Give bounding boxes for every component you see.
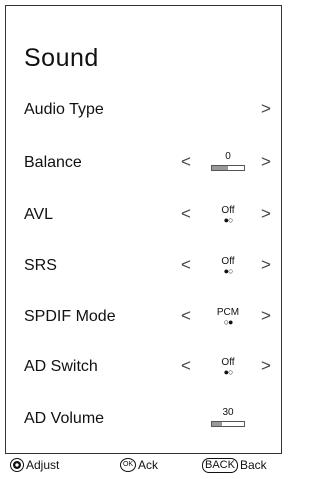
menu-item-srs[interactable]: SRS < Off ●○ > xyxy=(12,254,277,280)
balance-slider-block[interactable]: 0 xyxy=(201,151,255,177)
spdif-value-block: PCM ○● xyxy=(201,305,255,331)
hint-ack: OK Ack xyxy=(120,456,158,474)
avl-label: AVL xyxy=(24,206,54,223)
ad-volume-slider[interactable] xyxy=(211,421,245,427)
menu-item-audio-type[interactable]: Audio Type > xyxy=(12,98,277,124)
srs-label: SRS xyxy=(24,257,57,274)
back-button-icon: BACK xyxy=(202,457,238,473)
hint-adjust: Adjust xyxy=(10,456,59,474)
option-dots-icon: ●○ xyxy=(223,215,234,225)
balance-slider-fill xyxy=(212,166,228,170)
ad-volume-slider-fill xyxy=(212,422,222,426)
menu-item-ad-switch[interactable]: AD Switch < Off ●○ > xyxy=(12,355,277,381)
balance-label: Balance xyxy=(24,154,82,171)
menu-item-balance[interactable]: Balance < 0 > xyxy=(12,151,277,177)
balance-slider[interactable] xyxy=(211,165,245,171)
option-dots-icon: ○● xyxy=(223,317,234,327)
dpad-icon xyxy=(10,458,24,472)
adjust-label: Adjust xyxy=(26,458,60,472)
right-arrow-icon[interactable]: > xyxy=(261,356,271,376)
menu-item-spdif-mode[interactable]: SPDIF Mode < PCM ○● > xyxy=(12,305,277,331)
ad-volume-value: 30 xyxy=(222,407,234,418)
left-arrow-icon[interactable]: < xyxy=(181,152,191,172)
left-arrow-icon[interactable]: < xyxy=(181,204,191,224)
hint-back: BACK Back xyxy=(202,456,267,474)
srs-value-block: Off ●○ xyxy=(201,254,255,280)
option-dots-icon: ●○ xyxy=(223,266,234,276)
avl-value-block: Off ●○ xyxy=(201,203,255,229)
menu-item-ad-volume[interactable]: AD Volume 30 xyxy=(12,407,277,433)
right-arrow-icon[interactable]: > xyxy=(261,204,271,224)
audio-type-label: Audio Type xyxy=(24,101,104,118)
ad-switch-value-block: Off ●○ xyxy=(201,355,255,381)
menu-title: Sound xyxy=(24,44,99,72)
ack-label: Ack xyxy=(138,458,159,472)
spdif-mode-label: SPDIF Mode xyxy=(24,308,116,325)
left-arrow-icon[interactable]: < xyxy=(181,306,191,326)
right-arrow-icon[interactable]: > xyxy=(261,306,271,326)
left-arrow-icon[interactable]: < xyxy=(181,356,191,376)
ad-volume-label: AD Volume xyxy=(24,410,105,427)
option-dots-icon: ●○ xyxy=(223,367,234,377)
right-arrow-icon[interactable]: > xyxy=(261,152,271,172)
sound-menu-panel: Sound Audio Type > Balance < 0 > AVL < O… xyxy=(5,5,282,454)
footer-hints: Adjust OK Ack BACK Back xyxy=(0,456,287,476)
ad-volume-slider-block[interactable]: 30 xyxy=(201,407,255,433)
back-label: Back xyxy=(239,458,267,472)
right-arrow-icon[interactable]: > xyxy=(261,255,271,275)
ad-switch-label: AD Switch xyxy=(24,358,98,375)
balance-value: 0 xyxy=(225,151,231,162)
right-arrow-icon[interactable]: > xyxy=(261,99,271,119)
left-arrow-icon[interactable]: < xyxy=(181,255,191,275)
menu-item-avl[interactable]: AVL < Off ●○ > xyxy=(12,203,277,229)
ok-button-icon: OK xyxy=(120,458,136,472)
